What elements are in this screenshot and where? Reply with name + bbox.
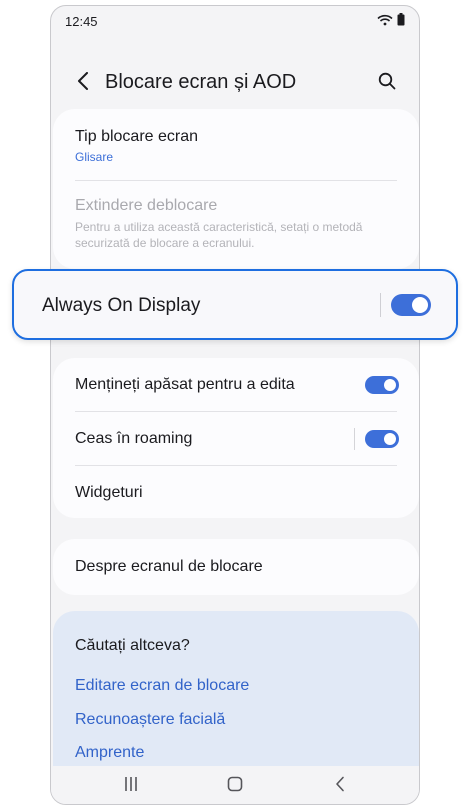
always-on-display-label: Always On Display (42, 295, 201, 316)
hold-to-edit-toggle[interactable] (365, 376, 399, 394)
toggle-knob (412, 297, 428, 313)
vertical-separator (380, 293, 381, 317)
about-row[interactable]: Despre ecranul de blocare (75, 540, 399, 594)
page-title: Blocare ecran și AOD (105, 71, 297, 93)
widgets-label: Widgeturi (75, 484, 143, 501)
about-card[interactable]: Despre ecranul de blocare (53, 539, 419, 595)
extend-unlock-label: Extindere deblocare (75, 197, 218, 214)
recents-icon (123, 776, 139, 797)
back-button[interactable] (69, 69, 97, 97)
roaming-clock-row[interactable]: Ceas în roaming (75, 412, 399, 466)
lock-type-row[interactable]: Tip blocare ecran Glisare (75, 128, 198, 164)
fingerprints-link[interactable]: Amprente (75, 744, 144, 762)
back-arrow-icon (77, 71, 89, 95)
suggestions-heading: Căutați altceva? (75, 637, 190, 654)
extend-unlock-description: Pentru a utiliza această caracteristică,… (75, 220, 363, 250)
always-on-display-row[interactable]: Always On Display (12, 269, 458, 340)
search-icon (378, 72, 396, 95)
widgets-row[interactable]: Widgeturi (75, 466, 399, 520)
app-header: Blocare ecran și AOD (51, 61, 419, 105)
roaming-clock-toggle[interactable] (365, 430, 399, 448)
lock-settings-card: Tip blocare ecran Glisare Extindere debl… (53, 109, 419, 269)
recents-button[interactable] (116, 774, 146, 798)
status-time: 12:45 (65, 14, 98, 29)
navigation-bar (51, 766, 419, 804)
about-label: Despre ecranul de blocare (75, 558, 263, 575)
home-button[interactable] (220, 774, 250, 798)
suggestions-card: Căutați altceva? Editare ecran de blocar… (53, 611, 419, 771)
status-bar: 12:45 (51, 6, 419, 36)
options-card: Mențineți apăsat pentru a edita Ceas în … (53, 358, 419, 518)
phone-screen: 12:45 Blocare ecran și AOD Tip blocare e… (50, 5, 420, 805)
vertical-separator (354, 428, 355, 450)
hold-to-edit-row[interactable]: Mențineți apăsat pentru a edita (75, 358, 399, 412)
always-on-display-toggle[interactable] (391, 294, 431, 316)
nav-back-button[interactable] (325, 774, 355, 798)
status-icons (377, 13, 405, 31)
edit-lock-screen-link[interactable]: Editare ecran de blocare (75, 677, 249, 695)
search-button[interactable] (373, 69, 401, 97)
extend-unlock-row: Extindere deblocare Pentru a utiliza ace… (75, 197, 393, 251)
divider (75, 180, 397, 181)
roaming-clock-label: Ceas în roaming (75, 430, 193, 447)
lock-type-value: Glisare (75, 150, 114, 164)
hold-to-edit-label: Mențineți apăsat pentru a edita (75, 376, 295, 393)
toggle-knob (384, 379, 396, 391)
home-icon (227, 776, 243, 797)
toggle-knob (384, 433, 396, 445)
wifi-icon (377, 13, 393, 31)
face-recognition-link[interactable]: Recunoaștere facială (75, 711, 225, 729)
nav-back-icon (334, 776, 346, 797)
lock-type-label: Tip blocare ecran (75, 128, 199, 145)
battery-icon (397, 13, 405, 31)
